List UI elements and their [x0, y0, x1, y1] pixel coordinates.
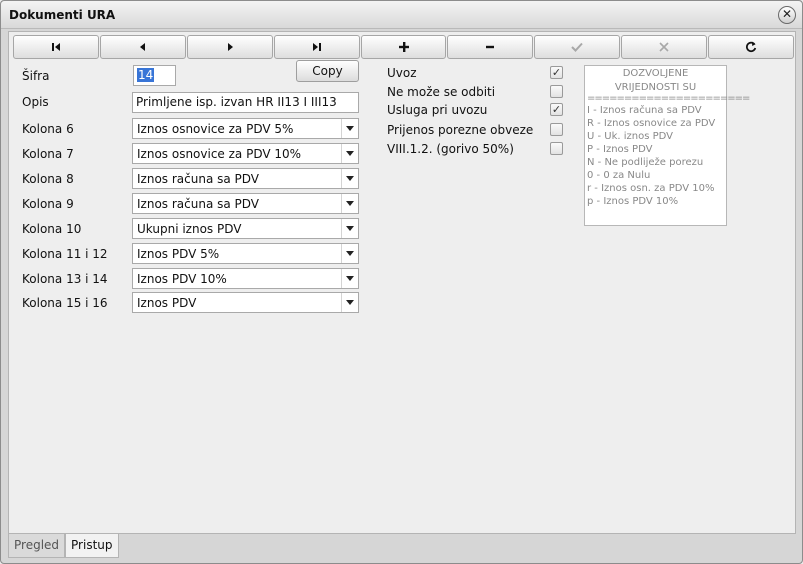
- window-title: Dokumenti URA: [9, 8, 116, 22]
- sifra-label: Šifra: [22, 69, 50, 83]
- kolona-9-value: Iznos računa sa PDV: [137, 197, 260, 211]
- allowed-values-info: DOZVOLJENE VRIJEDNOSTI SU ==============…: [584, 65, 750, 226]
- refresh-button[interactable]: [708, 35, 795, 59]
- kolona-7-label: Kolona 7: [22, 147, 74, 161]
- kolona-15-16-select[interactable]: Iznos PDV: [132, 292, 359, 313]
- chevron-down-icon[interactable]: [341, 269, 358, 288]
- chevron-down-icon[interactable]: [341, 293, 358, 312]
- info-header-1: DOZVOLJENE: [622, 68, 689, 79]
- plus-icon: [398, 42, 409, 52]
- kolona-13-14-value: Iznos PDV 10%: [137, 272, 227, 286]
- info-header-2: VRIJEDNOSTI SU: [614, 82, 697, 93]
- kolona-8-label: Kolona 8: [22, 172, 74, 186]
- uvoz-checkbox[interactable]: ✓: [550, 66, 563, 79]
- next-icon: [227, 43, 233, 51]
- kolona-10-value: Ukupni iznos PDV: [137, 222, 242, 236]
- prijenos-porezne-obveze-label: Prijenos porezne obveze: [387, 123, 534, 137]
- usluga-pri-uvozu-checkbox[interactable]: ✓: [550, 103, 563, 116]
- next-record-button[interactable]: [186, 35, 273, 59]
- kolona-9-select[interactable]: Iznos računa sa PDV: [132, 193, 359, 214]
- tab-pregled[interactable]: Pregled: [8, 534, 66, 558]
- prev-record-button[interactable]: [99, 35, 186, 59]
- kolona-9-label: Kolona 9: [22, 197, 74, 211]
- kolona-7-value: Iznos osnovice za PDV 10%: [137, 147, 302, 161]
- kolona-15-16-label: Kolona 15 i 16: [22, 296, 108, 310]
- title-bar: Dokumenti URA ✕: [1, 1, 802, 29]
- first-record-button[interactable]: [13, 35, 99, 59]
- info-line: P - Iznos PDV: [587, 144, 653, 155]
- opis-input[interactable]: Primljene isp. izvan HR II13 I III13: [132, 92, 359, 113]
- prijenos-porezne-obveze-checkbox[interactable]: [550, 123, 563, 136]
- chevron-down-icon[interactable]: [341, 194, 358, 213]
- usluga-pri-uvozu-label: Usluga pri uvozu: [387, 103, 488, 117]
- kolona-6-value: Iznos osnovice za PDV 5%: [137, 122, 294, 136]
- kolona-10-select[interactable]: Ukupni iznos PDV: [132, 218, 359, 239]
- prev-icon: [139, 43, 145, 51]
- chevron-down-icon[interactable]: [341, 169, 358, 188]
- info-line: R - Iznos osnovice za PDV: [587, 118, 716, 129]
- add-record-button[interactable]: [360, 35, 447, 59]
- info-line: 0 - 0 za Nulu: [587, 170, 651, 181]
- kolona-15-16-value: Iznos PDV: [137, 296, 197, 310]
- chevron-down-icon[interactable]: [341, 219, 358, 238]
- chevron-down-icon[interactable]: [341, 119, 358, 138]
- opis-label: Opis: [22, 95, 49, 109]
- chevron-down-icon[interactable]: [341, 244, 358, 263]
- last-record-button[interactable]: [273, 35, 360, 59]
- navigation-toolbar: [13, 35, 795, 59]
- kolona-11-12-label: Kolona 11 i 12: [22, 247, 108, 261]
- ne-moze-se-odbiti-checkbox[interactable]: [550, 85, 563, 98]
- bottom-tabs: Pregled Pristup: [8, 534, 119, 558]
- kolona-8-value: Iznos računa sa PDV: [137, 172, 260, 186]
- kolona-8-select[interactable]: Iznos računa sa PDV: [132, 168, 359, 189]
- uvoz-label: Uvoz: [387, 66, 417, 80]
- kolona-13-14-label: Kolona 13 i 14: [22, 272, 108, 286]
- ne-moze-se-odbiti-label: Ne može se odbiti: [387, 85, 496, 99]
- kolona-10-label: Kolona 10: [22, 222, 82, 236]
- info-line: N - Ne podliježe porezu: [587, 157, 704, 168]
- info-line: U - Uk. iznos PDV: [587, 131, 674, 142]
- cancel-button[interactable]: [621, 35, 708, 59]
- info-line: p - Iznos PDV 10%: [587, 196, 679, 207]
- kolona-13-14-select[interactable]: Iznos PDV 10%: [132, 268, 359, 289]
- confirm-button[interactable]: [534, 35, 621, 59]
- check-icon: [571, 42, 584, 52]
- kolona-6-select[interactable]: Iznos osnovice za PDV 5%: [132, 118, 359, 139]
- last-icon: [312, 43, 321, 51]
- info-separator: ======================: [587, 93, 750, 104]
- chevron-down-icon[interactable]: [341, 144, 358, 163]
- form-panel: Šifra 14 Copy Opis Primljene isp. izvan …: [8, 31, 796, 534]
- delete-record-button[interactable]: [447, 35, 534, 59]
- kolona-6-label: Kolona 6: [22, 122, 74, 136]
- gorivo-checkbox[interactable]: [550, 142, 563, 155]
- gorivo-label: VIII.1.2. (gorivo 50%): [387, 142, 514, 156]
- sifra-input[interactable]: 14: [133, 65, 176, 86]
- refresh-icon: [746, 41, 757, 52]
- x-icon: [659, 42, 669, 52]
- kolona-11-12-select[interactable]: Iznos PDV 5%: [132, 243, 359, 264]
- info-line: r - Iznos osn. za PDV 10%: [587, 183, 715, 194]
- dokumenti-ura-window: Dokumenti URA ✕ Šifra 14 Copy Opis Priml…: [0, 0, 803, 564]
- close-icon[interactable]: ✕: [778, 6, 796, 24]
- tab-pristup[interactable]: Pristup: [65, 534, 119, 558]
- copy-button[interactable]: Copy: [296, 60, 359, 82]
- first-icon: [51, 43, 60, 51]
- sifra-value: 14: [137, 68, 155, 82]
- info-line: I - Iznos računa sa PDV: [587, 105, 702, 116]
- kolona-11-12-value: Iznos PDV 5%: [137, 247, 220, 261]
- kolona-7-select[interactable]: Iznos osnovice za PDV 10%: [132, 143, 359, 164]
- minus-icon: [486, 45, 495, 49]
